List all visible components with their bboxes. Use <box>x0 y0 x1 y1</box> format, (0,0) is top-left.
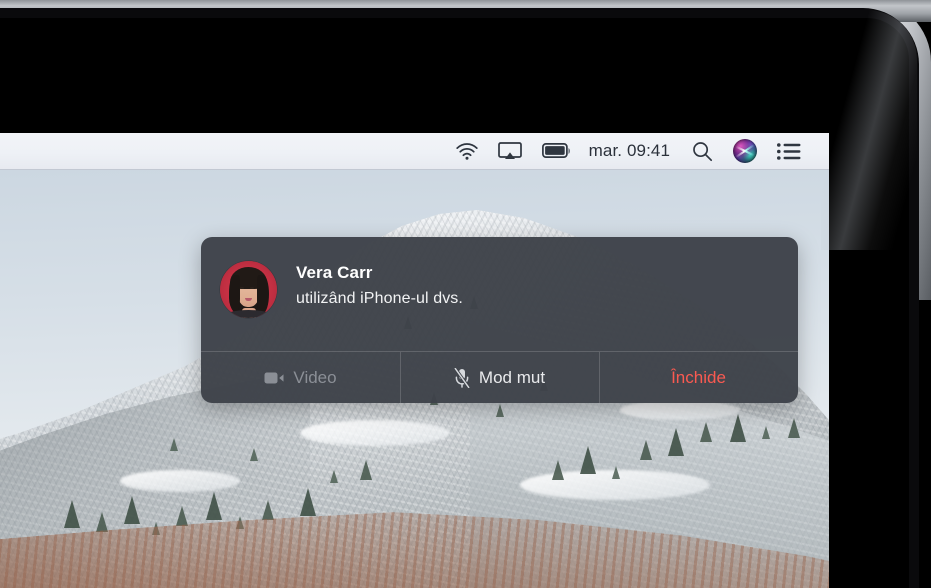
notification-actions: Video Mod mut Închide <box>201 351 798 403</box>
decline-button[interactable]: Închide <box>599 352 798 403</box>
menu-bar: mar. 09:41 <box>0 133 829 170</box>
wallpaper-snow-patch <box>120 470 240 492</box>
display-screen: mar. 09:41 Vera Carr utilizând iPhone-ul… <box>0 133 829 588</box>
wallpaper-tree <box>124 496 140 524</box>
wallpaper-tree <box>96 512 108 532</box>
wallpaper-tree <box>330 470 338 483</box>
wallpaper-tree <box>300 488 316 516</box>
wallpaper-tree <box>176 506 188 526</box>
wallpaper-tree <box>552 460 564 480</box>
wallpaper-tree <box>612 466 620 479</box>
menu-bar-clock[interactable]: mar. 09:41 <box>581 141 682 161</box>
wallpaper-tree <box>170 438 178 451</box>
wallpaper-tree <box>580 446 596 474</box>
search-icon[interactable] <box>682 133 723 170</box>
caller-subtitle: utilizând iPhone-ul dvs. <box>296 289 463 307</box>
menu-bar-status-items: mar. 09:41 <box>446 133 811 170</box>
avatar-hair-left <box>229 275 240 311</box>
video-button[interactable]: Video <box>201 352 400 403</box>
airplay-icon[interactable] <box>488 133 532 170</box>
decline-button-label: Închide <box>671 367 726 387</box>
battery-icon[interactable] <box>532 133 581 170</box>
wallpaper-tree <box>700 422 712 442</box>
siri-orb <box>733 139 757 163</box>
wallpaper-tree <box>360 460 372 480</box>
wallpaper-tree <box>762 426 770 439</box>
mute-button[interactable]: Mod mut <box>400 352 599 403</box>
incoming-call-notification[interactable]: Vera Carr utilizând iPhone-ul dvs. Video <box>201 237 798 403</box>
wallpaper-snow-patch <box>300 420 450 446</box>
control-center-icon[interactable] <box>767 133 811 170</box>
wallpaper-tree <box>640 440 652 460</box>
mute-button-label: Mod mut <box>478 367 546 387</box>
avatar <box>220 261 277 318</box>
desktop-wallpaper: Vera Carr utilizând iPhone-ul dvs. Video <box>0 170 829 588</box>
caller-name: Vera Carr <box>296 263 373 282</box>
video-camera-icon <box>264 371 284 385</box>
video-button-label: Video <box>293 367 337 387</box>
microphone-muted-icon <box>453 367 470 388</box>
wifi-icon[interactable] <box>446 133 488 170</box>
notification-body: Vera Carr utilizând iPhone-ul dvs. <box>201 237 798 351</box>
siri-icon[interactable] <box>723 133 767 170</box>
avatar-eye-right <box>250 287 254 289</box>
wallpaper-tree <box>730 414 746 442</box>
avatar-eye-left <box>240 287 244 289</box>
wallpaper-tree <box>262 500 274 520</box>
laptop-device: mar. 09:41 Vera Carr utilizând iPhone-ul… <box>0 0 931 588</box>
wallpaper-tree <box>206 492 222 520</box>
wallpaper-tree <box>250 448 258 461</box>
avatar-hair-right <box>257 275 269 313</box>
wallpaper-snow-patch <box>620 400 740 420</box>
wallpaper-tree <box>788 418 800 438</box>
wallpaper-tree <box>668 428 684 456</box>
wallpaper-tree <box>64 500 80 528</box>
wallpaper-tree <box>496 404 504 417</box>
notification-text: Vera Carr utilizând iPhone-ul dvs. <box>277 261 463 310</box>
avatar-shoulders <box>226 310 271 318</box>
